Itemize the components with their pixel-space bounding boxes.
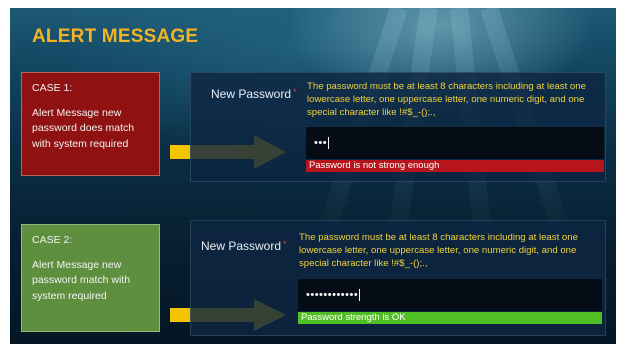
case2-password-value: •••••••••••• [306,289,359,301]
slide-background: ALERT MESSAGE CASE 1: Alert Message new … [10,8,616,344]
case2-success-message: Password strength is OK [298,312,602,324]
case1-heading: CASE 1: [32,82,73,94]
case1-password-input[interactable]: ••• [306,127,604,159]
case1-field-label-text: New Password [211,87,292,101]
case1-description: Alert Message new password does match wi… [32,107,135,150]
case2-password-input[interactable]: •••••••••••• [298,279,602,311]
case2-password-rule: The password must be at least 8 characte… [299,232,578,270]
required-asterisk: * [293,87,297,97]
case2-field-label-text: New Password [201,239,282,253]
case1-password-rule: The password must be at least 8 characte… [307,81,586,119]
case2-form-panel: New Password * The password must be at le… [190,220,606,336]
case1-description-box: CASE 1: Alert Message new password does … [21,72,160,176]
case2-field-label: New Password * [201,239,287,253]
case1-field-label: New Password * [211,87,297,101]
case2-description-box: CASE 2: Alert Message new password match… [21,224,160,332]
text-caret [359,289,361,301]
required-asterisk: * [283,239,287,249]
slide-title: ALERT MESSAGE [32,26,199,47]
case1-password-value: ••• [314,137,328,149]
case2-description: Alert Message new password match with sy… [32,259,131,302]
case2-heading: CASE 2: [32,234,73,246]
text-caret [328,137,330,149]
case1-form-panel: New Password * The password must be at le… [190,72,606,182]
case1-error-message: Password is not strong enough [306,160,604,172]
